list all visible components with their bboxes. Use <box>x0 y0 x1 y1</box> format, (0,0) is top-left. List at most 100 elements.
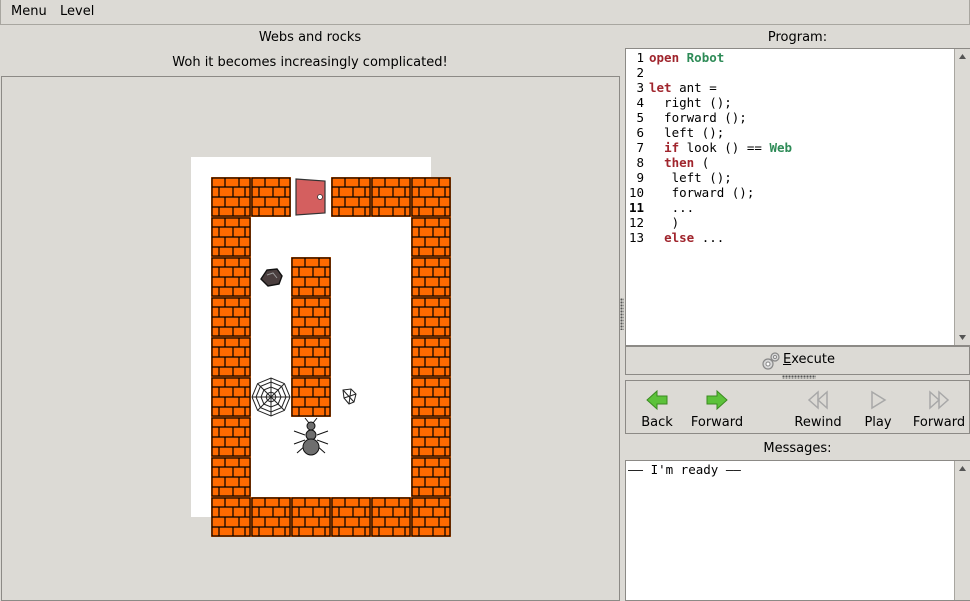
code-line: else ... <box>649 230 724 245</box>
line-number: 1 <box>636 50 644 65</box>
brick-wall-tile <box>291 297 331 337</box>
rewind-button[interactable]: Rewind <box>790 381 846 433</box>
line-number-gutter: 1 2 3 4 5 6 7 8 9 10 11 12 13 <box>626 49 646 345</box>
brick-wall-tile <box>211 177 251 217</box>
exit-door-icon <box>291 177 331 217</box>
code-token: left (); <box>649 170 732 185</box>
pane-splitter-grip[interactable] <box>620 298 624 330</box>
brick-wall-tile <box>371 177 411 217</box>
rock-icon <box>251 257 291 297</box>
message-text: —— I'm ready —— <box>628 462 741 477</box>
code-keyword: else <box>664 230 695 245</box>
code-token: ... <box>694 230 725 245</box>
play-label: Play <box>864 415 892 430</box>
code-token: ) <box>649 215 680 230</box>
line-number: 9 <box>636 170 644 185</box>
line-number: 10 <box>628 185 644 200</box>
gears-icon <box>762 352 780 370</box>
code-line: open Robot <box>649 50 724 65</box>
brick-wall-tile <box>411 457 451 497</box>
menu-level[interactable]: Level <box>60 4 94 19</box>
brick-wall-tile <box>331 497 371 537</box>
fast-forward-button[interactable]: Forward <box>910 381 968 433</box>
rewind-label: Rewind <box>794 415 842 430</box>
brick-wall-tile <box>411 297 451 337</box>
code-line: ... <box>649 200 695 215</box>
brick-wall-tile <box>411 497 451 537</box>
line-number: 7 <box>636 140 644 155</box>
line-number: 12 <box>628 215 644 230</box>
code-token: ... <box>649 200 695 215</box>
line-number: 2 <box>636 65 644 80</box>
brick-wall-tile <box>251 177 291 217</box>
code-keyword: open <box>649 50 680 65</box>
splitter-grip-horizontal[interactable] <box>782 375 816 379</box>
back-button[interactable]: Back <box>626 381 688 433</box>
line-number: 5 <box>636 110 644 125</box>
play-button[interactable]: Play <box>852 381 904 433</box>
code-constructor: Robot <box>686 50 725 65</box>
brick-wall-tile <box>211 337 251 377</box>
execute-label: Execute <box>783 352 835 367</box>
scroll-up-arrow-icon[interactable] <box>955 49 970 64</box>
brick-wall-tile <box>211 297 251 337</box>
brick-wall-tile <box>411 417 451 457</box>
rewind-icon <box>807 390 828 410</box>
code-token: ant = <box>671 80 717 95</box>
scroll-down-arrow-icon[interactable] <box>955 330 970 345</box>
level-subtitle: Woh it becomes increasingly complicated! <box>172 55 448 70</box>
code-token: ( <box>694 155 710 170</box>
brick-wall-tile <box>291 337 331 377</box>
menu-menu[interactable]: Menu <box>11 4 47 19</box>
code-token: right (); <box>649 95 732 110</box>
line-number: 6 <box>636 125 644 140</box>
scroll-up-arrow-icon[interactable] <box>955 461 970 476</box>
arrow-left-icon <box>646 389 668 411</box>
brick-wall-tile <box>411 217 451 257</box>
code-token: forward (); <box>649 185 755 200</box>
editor-scrollbar[interactable] <box>954 49 970 345</box>
code-keyword: let <box>649 80 672 95</box>
line-number: 4 <box>636 95 644 110</box>
code-line: left (); <box>649 125 724 140</box>
game-board <box>191 157 451 537</box>
code-line: forward (); <box>649 110 747 125</box>
code-token: left (); <box>649 125 725 140</box>
code-line: ) <box>649 215 680 230</box>
brick-wall-tile <box>291 497 331 537</box>
line-number: 11 <box>628 200 644 215</box>
fast-forward-icon <box>929 390 950 410</box>
messages-scrollbar[interactable] <box>954 461 970 600</box>
code-editor[interactable]: 1 2 3 4 5 6 7 8 9 10 11 12 13 open Robot let ant = ri… <box>625 48 970 346</box>
brick-wall-tile <box>411 177 451 217</box>
brick-wall-tile <box>371 497 411 537</box>
brick-wall-tile <box>211 457 251 497</box>
brick-wall-tile <box>211 217 251 257</box>
code-line: let ant = <box>649 80 717 95</box>
line-number: 13 <box>628 230 644 245</box>
execute-button[interactable]: Execute <box>625 346 970 375</box>
brick-wall-tile <box>411 337 451 377</box>
code-keyword: if <box>664 140 680 155</box>
code-constructor: Web <box>769 140 793 155</box>
spider-web-icon <box>251 377 291 417</box>
brick-wall-tile <box>211 377 251 417</box>
code-line: if look () == Web <box>649 140 792 155</box>
board-frame <box>1 76 620 601</box>
messages-label: Messages: <box>763 441 832 456</box>
messages-panel: —— I'm ready —— <box>625 460 970 601</box>
line-number: 8 <box>636 155 644 170</box>
back-label: Back <box>641 415 673 430</box>
fast-forward-label: Forward <box>912 415 966 430</box>
forward-button[interactable]: Forward <box>688 381 746 433</box>
brick-wall-tile <box>291 257 331 297</box>
arrow-right-icon <box>706 389 728 411</box>
code-line: left (); <box>649 170 732 185</box>
line-number: 3 <box>636 80 644 95</box>
code-line: forward (); <box>649 185 755 200</box>
brick-wall-tile <box>331 177 371 217</box>
